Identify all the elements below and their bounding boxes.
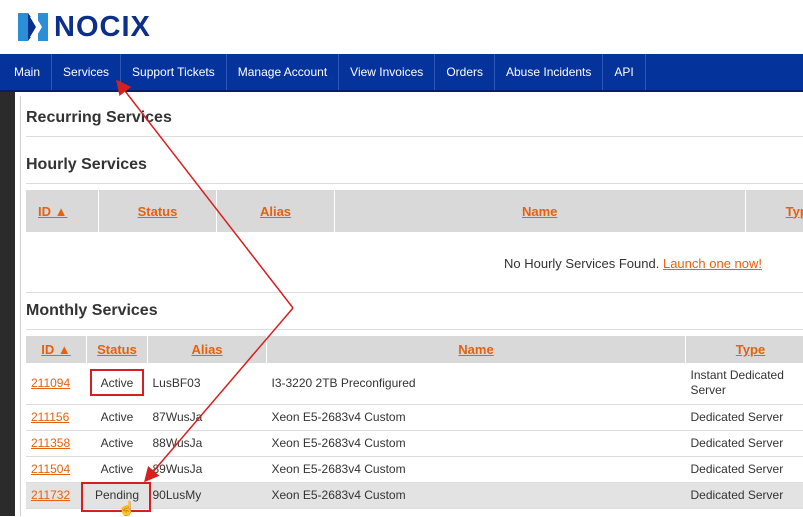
alias-cell: LusBF03 (148, 363, 267, 404)
launch-one-link[interactable]: Launch one now! (663, 256, 762, 271)
nav-api[interactable]: API (603, 54, 645, 90)
col-status-header[interactable]: Status (87, 336, 148, 363)
divider (26, 183, 803, 184)
nav-abuse-incidents[interactable]: Abuse Incidents (495, 54, 603, 90)
monthly-section-title: Monthly Services (26, 302, 158, 320)
hourly-services-table: ID ▲ Status Alias Name Type (26, 190, 803, 232)
table-row[interactable]: 211156 Active 87WusJa Xeon E5-2683v4 Cus… (26, 404, 803, 430)
type-cell: Instant Dedicated Server (686, 363, 803, 404)
service-id-link[interactable]: 211732 (26, 482, 87, 508)
col-name-header[interactable]: Name (267, 336, 686, 363)
logo-mark-icon (16, 11, 50, 43)
divider (26, 136, 803, 137)
divider (26, 329, 803, 330)
col-alias-header[interactable]: Alias (148, 336, 267, 363)
service-id-link[interactable]: 211358 (26, 430, 87, 456)
table-header-row: ID ▲ Status Alias Name Type (26, 336, 803, 363)
nav-services[interactable]: Services (52, 54, 121, 90)
name-cell: Xeon E5-2683v4 Custom (267, 482, 686, 508)
status-cell: Active (87, 404, 148, 430)
name-cell: Xeon E5-2683v4 Custom (267, 404, 686, 430)
status-cell: Active (87, 456, 148, 482)
left-sidebar-strip (0, 92, 15, 516)
name-cell: Xeon E5-2683v4 Custom (267, 430, 686, 456)
nav-support-tickets[interactable]: Support Tickets (121, 54, 227, 90)
nav-orders[interactable]: Orders (435, 54, 495, 90)
name-cell: I3-3220 2TB Preconfigured (267, 363, 686, 404)
logo-text: NOCIX (54, 10, 151, 44)
page-title: Recurring Services (26, 109, 172, 127)
hourly-empty-row: No Hourly Services Found. Launch one now… (26, 232, 803, 292)
empty-message: No Hourly Services Found. Launch one now… (504, 256, 762, 271)
alias-cell: 88WusJa (148, 430, 267, 456)
nav-manage-account[interactable]: Manage Account (227, 54, 339, 90)
type-cell: Dedicated Server (686, 430, 803, 456)
annotation-box-active (90, 369, 144, 396)
type-cell: Dedicated Server (686, 404, 803, 430)
table-row[interactable]: 211358 Active 88WusJa Xeon E5-2683v4 Cus… (26, 430, 803, 456)
col-id-header[interactable]: ID ▲ (26, 190, 98, 232)
annotation-box-pending (81, 482, 151, 512)
col-type-header[interactable]: Type (745, 190, 803, 232)
col-id-header[interactable]: ID ▲ (26, 336, 87, 363)
divider (26, 292, 803, 293)
type-cell: Dedicated Server (686, 456, 803, 482)
col-type-header[interactable]: Type (686, 336, 803, 363)
col-alias-header[interactable]: Alias (217, 190, 335, 232)
hourly-section-title: Hourly Services (26, 156, 147, 174)
status-cell: Active (87, 430, 148, 456)
nav-main[interactable]: Main (0, 54, 52, 90)
type-cell: Dedicated Server (686, 482, 803, 508)
hand-cursor-icon: ☝ (118, 500, 135, 517)
alias-cell: 87WusJa (148, 404, 267, 430)
main-navbar: Main Services Support Tickets Manage Acc… (0, 54, 803, 92)
col-name-header[interactable]: Name (334, 190, 745, 232)
nav-view-invoices[interactable]: View Invoices (339, 54, 435, 90)
name-cell: Xeon E5-2683v4 Custom (267, 456, 686, 482)
table-row[interactable]: 211504 Active 89WusJa Xeon E5-2683v4 Cus… (26, 456, 803, 482)
service-id-link[interactable]: 211094 (26, 363, 87, 404)
alias-cell: 90LusMy (148, 482, 267, 508)
alias-cell: 89WusJa (148, 456, 267, 482)
nocix-logo[interactable]: NOCIX (16, 10, 151, 44)
service-id-link[interactable]: 211156 (26, 404, 87, 430)
service-id-link[interactable]: 211504 (26, 456, 87, 482)
col-status-header[interactable]: Status (98, 190, 217, 232)
empty-message-text: No Hourly Services Found. (504, 256, 659, 271)
table-header-row: ID ▲ Status Alias Name Type (26, 190, 803, 232)
